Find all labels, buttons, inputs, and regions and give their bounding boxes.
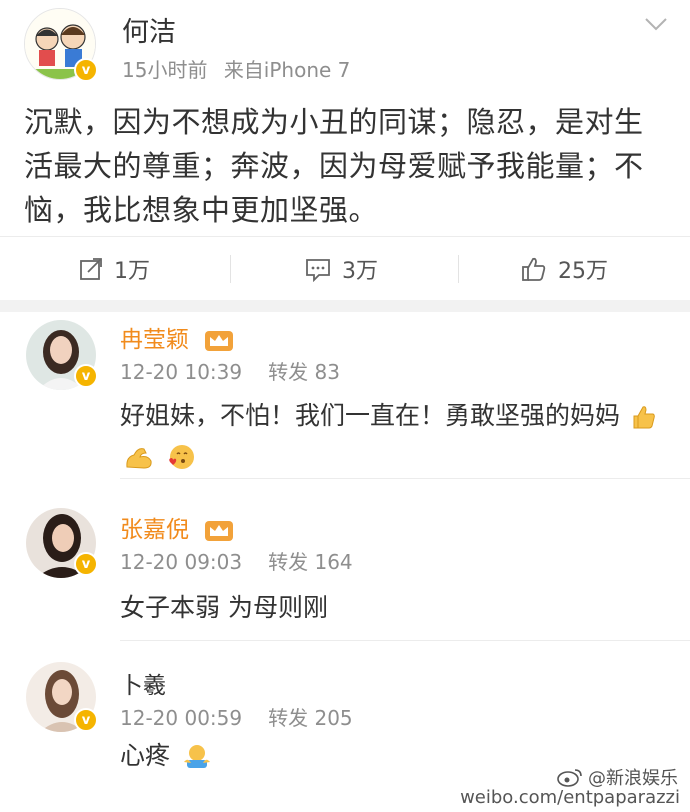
verified-badge-icon: v [74,58,98,82]
comment-meta: 12-20 10:39 转发 83 [120,356,340,385]
comment-repost: 转发 164 [268,550,353,574]
repost-icon [80,258,102,280]
post-meta: 15小时前 来自iPhone 7 [122,54,360,83]
comment-time: 12-20 10:39 [120,360,243,384]
comment-divider [120,640,690,641]
action-divider [458,255,459,283]
repost-count: 1万 [114,259,150,284]
commenter-name[interactable]: 卜羲 [120,666,166,700]
comment-meta: 12-20 09:03 转发 164 [120,546,353,575]
like-count: 25万 [558,259,608,284]
thumbs-up-icon [522,257,546,281]
comment-repost: 转发 83 [268,360,340,384]
comment-divider [120,478,690,479]
verified-badge-icon: v [74,552,98,576]
comment-item: v 冉莹颖 12-20 10:39 转发 83 好姐妹，不怕！我们一直在！勇敢坚强… [0,312,690,480]
comment-time: 12-20 00:59 [120,706,243,730]
comment-repost: 转发 205 [268,706,353,730]
weibo-logo-icon [557,769,582,787]
chevron-down-icon[interactable] [642,14,670,34]
action-divider [230,255,231,283]
comment-button[interactable]: 3万 [304,237,378,301]
vip-crown-icon [205,330,234,351]
post-source: 来自iPhone 7 [223,58,351,82]
comment-meta: 12-20 00:59 转发 205 [120,702,353,731]
post-author-name[interactable]: 何洁 [122,10,176,49]
repost-button[interactable]: 1万 [78,237,150,301]
kissing-heart-icon [169,445,194,469]
flexed-biceps-icon [126,448,152,469]
post-text: 沉默，因为不想成为小丑的同谋；隐忍，是对生活最大的尊重；奔波，因为母爱赋予我能量… [24,105,644,227]
thumbs-up-icon [633,406,655,429]
watermark-url: weibo.com/entpaparazzi [460,787,680,808]
verified-badge-icon: v [74,364,98,388]
hug-icon [183,745,210,768]
vip-crown-icon [205,520,234,541]
comment-icon [306,259,330,282]
comment-time: 12-20 09:03 [120,550,243,574]
weibo-post: v 何洁 15小时前 来自iPhone 7 沉默，因为不想成为小丑的同谋；隐忍，… [0,0,690,236]
comment-text: 好姐妹，不怕！我们一直在！勇敢坚强的妈妈 [120,396,660,476]
verified-badge-icon: v [74,708,98,732]
comment-count: 3万 [342,259,378,284]
comment-text: 女子本弱 为母则刚 [120,593,328,622]
section-gap [0,300,690,312]
comment-item: v 张嘉倪 12-20 09:03 转发 164 女子本弱 为母则刚 [0,492,690,642]
post-time: 15小时前 [122,58,208,82]
like-button[interactable]: 25万 [520,237,608,301]
commenter-name[interactable]: 冉莹颖 [120,320,234,354]
post-action-bar: 1万 3万 25万 [0,236,690,300]
commenter-name[interactable]: 张嘉倪 [120,510,234,544]
